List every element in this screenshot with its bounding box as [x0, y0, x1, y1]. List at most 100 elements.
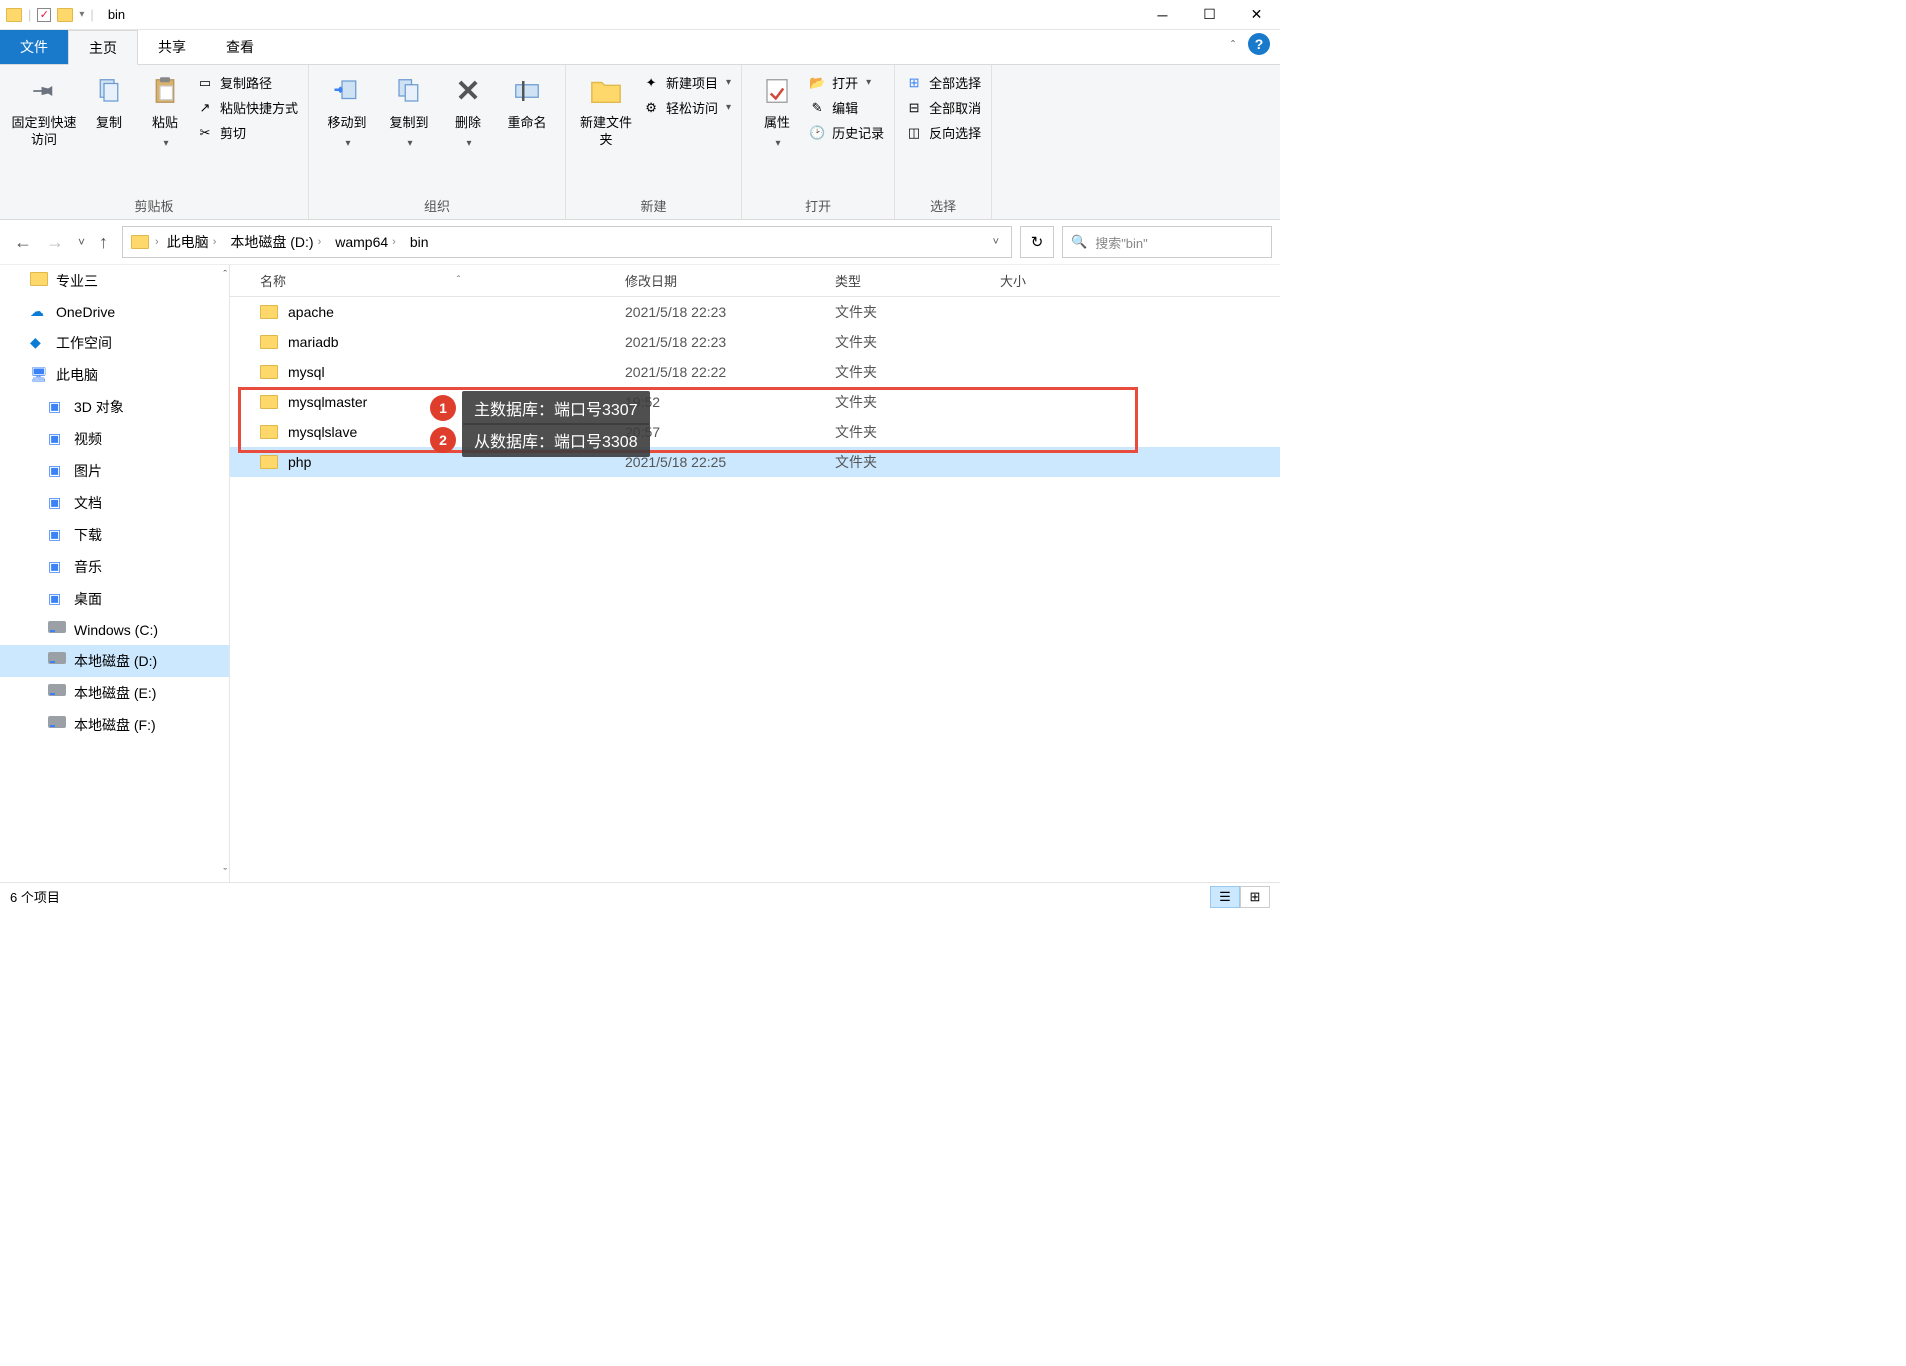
scroll-down-icon[interactable]: ˇ	[223, 867, 227, 879]
copy-path-button[interactable]: ▭复制路径	[196, 73, 298, 92]
breadcrumb-item[interactable]: 此电脑›	[161, 228, 223, 256]
new-item-button[interactable]: ✦新建项目▾	[642, 73, 731, 92]
search-input[interactable]: 🔍 搜索"bin"	[1062, 226, 1272, 258]
group-label: 剪贴板	[10, 192, 298, 217]
edit-button[interactable]: ✎编辑	[808, 98, 884, 117]
recent-dropdown[interactable]: ˅	[78, 235, 85, 249]
file-name: apache	[288, 304, 334, 320]
window-title: bin	[108, 7, 125, 22]
tree-item[interactable]: ▣ 下载	[0, 519, 229, 551]
tab-file[interactable]: 文件	[0, 30, 68, 64]
ribbon-collapse-icon[interactable]: ˆ	[1231, 38, 1235, 52]
nav-tree[interactable]: ˆ 专业三☁OneDrive◆工作空间🖥此电脑▣3D 对象▣视频▣图片▣文档▣下…	[0, 265, 230, 883]
up-button[interactable]: ↑	[99, 232, 108, 253]
delete-button[interactable]: ✕ 删除▾	[443, 69, 493, 153]
tab-share[interactable]: 共享	[138, 30, 206, 64]
tree-item[interactable]: ◆工作空间	[0, 327, 229, 359]
copy-icon	[91, 73, 127, 109]
pin-icon	[19, 66, 70, 117]
copy-button[interactable]: 复制	[84, 69, 134, 136]
ribbon-tabs: 文件 主页 共享 查看 ˆ ?	[0, 30, 1280, 65]
forward-button[interactable]: →	[46, 232, 64, 253]
tree-item-label: 下载	[74, 525, 102, 545]
maximize-button[interactable]: ☐	[1186, 0, 1233, 30]
refresh-button[interactable]: ↻	[1020, 226, 1054, 258]
tree-item-label: 桌面	[74, 589, 102, 609]
tree-item[interactable]: ▣桌面	[0, 583, 229, 615]
tree-item[interactable]: ▣音乐	[0, 551, 229, 583]
file-row[interactable]: apache2021/5/18 22:23文件夹	[230, 297, 1280, 327]
tree-item-label: 此电脑	[56, 365, 98, 385]
select-none-icon: ⊟	[905, 99, 923, 117]
address-dropdown-icon[interactable]: ˅	[993, 236, 999, 248]
back-button[interactable]: ←	[14, 232, 32, 253]
breadcrumb-item[interactable]: bin	[404, 230, 435, 254]
tab-view[interactable]: 查看	[206, 30, 274, 64]
quickaccess-check-icon[interactable]: ✓	[37, 8, 51, 22]
paste-button[interactable]: 粘贴 ▾	[140, 69, 190, 153]
history-button[interactable]: 🕑历史记录	[808, 123, 884, 142]
folder-icon	[131, 235, 149, 249]
annotation-highlight-box	[238, 387, 1138, 453]
tree-item[interactable]: 本地磁盘 (E:)	[0, 677, 229, 709]
tree-item-icon: ▣	[48, 494, 66, 512]
easy-access-button[interactable]: ⚙轻松访问▾	[642, 98, 731, 117]
file-name: mysql	[288, 364, 325, 380]
tree-item[interactable]: ☁OneDrive	[0, 297, 229, 327]
ribbon-group-select: ⊞全部选择 ⊟全部取消 ◫反向选择 选择	[895, 65, 992, 219]
cut-button[interactable]: ✂剪切	[196, 123, 298, 142]
select-all-button[interactable]: ⊞全部选择	[905, 73, 981, 92]
pin-button[interactable]: 固定到快速访问	[10, 69, 78, 153]
chevron-right-icon: ›	[213, 236, 217, 248]
close-button[interactable]: ✕	[1233, 0, 1280, 30]
tree-item[interactable]: Windows (C:)	[0, 615, 229, 645]
tree-item-icon: ▣	[48, 526, 66, 544]
col-header-type[interactable]: 类型	[835, 271, 1000, 290]
file-row[interactable]: mariadb2021/5/18 22:23文件夹	[230, 327, 1280, 357]
tree-item[interactable]: 本地磁盘 (F:)	[0, 709, 229, 741]
tab-home[interactable]: 主页	[68, 30, 138, 65]
tree-item[interactable]: 🖥 此电脑	[0, 359, 229, 391]
ribbon-group-open: 属性▾ 📂打开▾ ✎编辑 🕑历史记录 打开	[742, 65, 895, 219]
tree-item[interactable]: ▣图片	[0, 455, 229, 487]
properties-icon	[759, 73, 795, 109]
details-view-button[interactable]: ☰	[1210, 886, 1240, 908]
chevron-right-icon[interactable]: ›	[155, 236, 159, 248]
group-label: 组织	[319, 192, 555, 217]
annotation-text: 从数据库：端口号3308	[462, 423, 650, 457]
paste-shortcut-button[interactable]: ↗粘贴快捷方式	[196, 98, 298, 117]
tree-item[interactable]: 本地磁盘 (D:)	[0, 645, 229, 677]
select-none-button[interactable]: ⊟全部取消	[905, 98, 981, 117]
properties-button[interactable]: 属性▾	[752, 69, 802, 153]
tree-item[interactable]: ▣视频	[0, 423, 229, 455]
breadcrumb-item[interactable]: wamp64›	[329, 230, 402, 254]
move-to-button[interactable]: 移动到▾	[319, 69, 375, 153]
titlebar-dropdown-icon[interactable]: ▾	[79, 9, 84, 20]
chevron-down-icon: ▾	[726, 77, 731, 88]
invert-select-button[interactable]: ◫反向选择	[905, 123, 981, 142]
col-header-date[interactable]: 修改日期	[625, 271, 835, 290]
icons-view-button[interactable]: ⊞	[1240, 886, 1270, 908]
address-bar[interactable]: › 此电脑› 本地磁盘 (D:)› wamp64› bin ˅	[122, 226, 1012, 258]
file-date: 2021/5/18 22:23	[625, 334, 835, 350]
tree-item[interactable]: ▣3D 对象	[0, 391, 229, 423]
file-name: mariadb	[288, 334, 339, 350]
tree-item-icon: 🖥	[30, 366, 48, 384]
tree-item-label: 3D 对象	[74, 397, 124, 417]
group-label: 新建	[576, 192, 731, 217]
scroll-up-icon[interactable]: ˆ	[223, 269, 227, 281]
copy-to-button[interactable]: 复制到▾	[381, 69, 437, 153]
minimize-button[interactable]: ─	[1139, 0, 1186, 30]
new-folder-button[interactable]: 新建文件夹	[576, 69, 636, 153]
open-button[interactable]: 📂打开▾	[808, 73, 884, 92]
help-icon[interactable]: ?	[1248, 33, 1270, 55]
file-row[interactable]: mysql2021/5/18 22:22文件夹	[230, 357, 1280, 387]
tree-item[interactable]: ▣文档	[0, 487, 229, 519]
tree-item[interactable]: 专业三	[0, 265, 229, 297]
tree-item-icon: ▣	[48, 430, 66, 448]
col-header-name[interactable]: 名称 ˆ	[230, 271, 625, 290]
col-header-size[interactable]: 大小	[1000, 271, 1120, 290]
rename-button[interactable]: 重命名	[499, 69, 555, 136]
file-type: 文件夹	[835, 362, 1000, 382]
breadcrumb-item[interactable]: 本地磁盘 (D:)›	[224, 228, 327, 256]
